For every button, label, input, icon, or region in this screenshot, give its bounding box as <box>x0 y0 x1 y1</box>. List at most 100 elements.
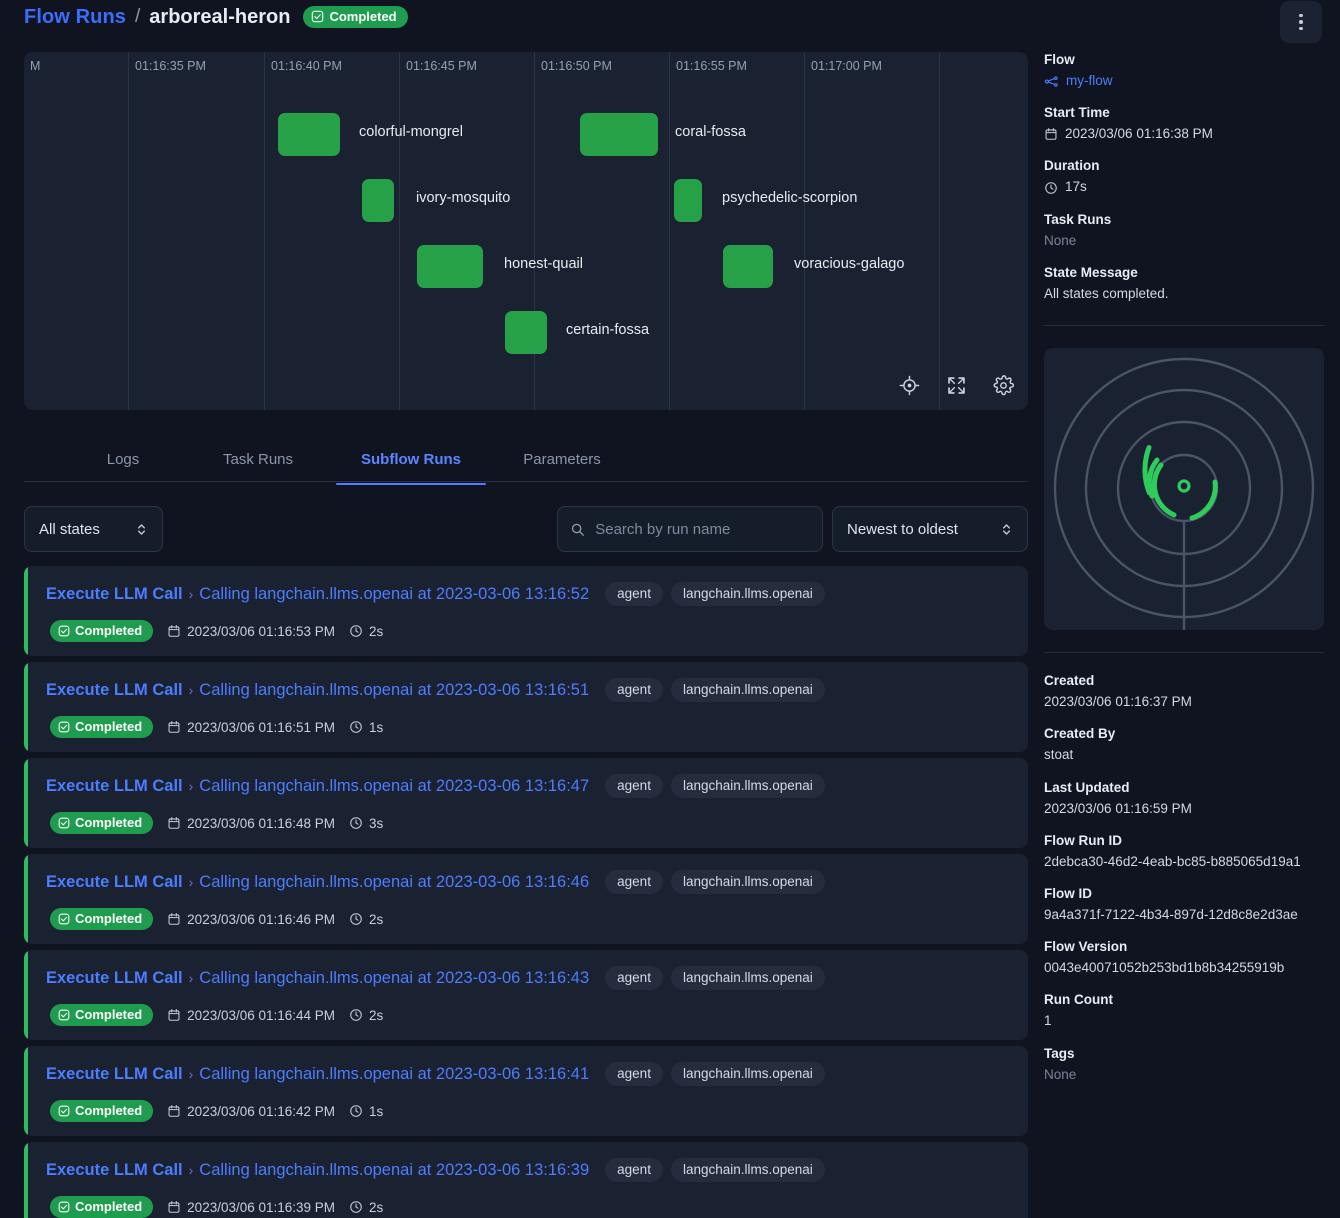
run-card-meta: Completed 2023/03/06 01:16:48 PM 3s <box>46 812 1010 834</box>
flow-run-radar[interactable] <box>1044 348 1324 630</box>
timeline-run-bar[interactable] <box>417 245 483 288</box>
clock-icon <box>349 816 363 830</box>
run-name-link[interactable]: Calling langchain.llms.openai at 2023-03… <box>199 1065 589 1084</box>
run-timeline-panel[interactable]: M01:16:35 PM01:16:40 PM01:16:45 PM01:16:… <box>24 52 1028 410</box>
timeline-run-bar[interactable] <box>278 113 340 156</box>
center-target-icon[interactable] <box>899 375 920 396</box>
run-timestamp: 2023/03/06 01:16:53 PM <box>167 624 335 639</box>
sidebar-field-value: None <box>1044 1066 1324 1084</box>
run-name-link[interactable]: Calling langchain.llms.openai at 2023-03… <box>199 1161 589 1180</box>
search-input[interactable] <box>595 521 810 538</box>
timeline-tick-label: 01:16:55 PM <box>670 59 747 73</box>
run-tag[interactable]: agent <box>605 774 663 798</box>
timeline-run-bar[interactable] <box>723 245 773 288</box>
clock-icon <box>1044 181 1058 195</box>
timeline-run-bar[interactable] <box>505 311 547 354</box>
run-status-label: Completed <box>75 911 142 926</box>
run-tag[interactable]: langchain.llms.openai <box>671 966 825 990</box>
run-tag[interactable]: agent <box>605 966 663 990</box>
run-tag[interactable]: langchain.llms.openai <box>671 870 825 894</box>
run-tags: agent langchain.llms.openai <box>605 582 825 606</box>
sidebar-field: Flow ID 9a4a371f-7122-4b34-897d-12d8c8e2… <box>1044 886 1324 924</box>
run-name-link[interactable]: Calling langchain.llms.openai at 2023-03… <box>199 681 589 700</box>
calendar-icon <box>167 912 181 926</box>
sidebar-divider <box>1044 325 1324 326</box>
sidebar-field: Flow my-flow <box>1044 52 1324 90</box>
run-flow-name-link[interactable]: Execute LLM Call <box>46 777 183 796</box>
run-tag[interactable]: langchain.llms.openai <box>671 678 825 702</box>
run-flow-name-link[interactable]: Execute LLM Call <box>46 585 183 604</box>
sidebar-field-value[interactable]: my-flow <box>1044 72 1324 90</box>
check-square-icon <box>58 1105 70 1117</box>
subflow-run-card[interactable]: Execute LLM Call › Calling langchain.llm… <box>24 1142 1028 1218</box>
subflow-run-card[interactable]: Execute LLM Call › Calling langchain.llm… <box>24 1046 1028 1136</box>
run-tag[interactable]: langchain.llms.openai <box>671 1158 825 1182</box>
timeline-run-bar[interactable] <box>674 179 702 222</box>
chevron-right-icon: › <box>189 778 194 794</box>
tab-subflow-runs[interactable]: Subflow Runs <box>336 451 486 484</box>
run-flow-name-link[interactable]: Execute LLM Call <box>46 681 183 700</box>
run-details-sidebar: Flow my-flowStart Time 2023/03/06 01:16:… <box>1044 52 1324 1084</box>
subflow-run-card[interactable]: Execute LLM Call › Calling langchain.llm… <box>24 566 1028 656</box>
tab-task-runs[interactable]: Task Runs <box>184 451 332 484</box>
search-run-name-box[interactable] <box>557 506 823 552</box>
subflow-run-card[interactable]: Execute LLM Call › Calling langchain.llm… <box>24 758 1028 848</box>
run-card-header: Execute LLM Call › Calling langchain.llm… <box>46 582 1010 606</box>
chevron-right-icon: › <box>189 1066 194 1082</box>
run-name-link[interactable]: Calling langchain.llms.openai at 2023-03… <box>199 873 589 892</box>
run-tag[interactable]: langchain.llms.openai <box>671 774 825 798</box>
check-square-icon <box>58 1201 70 1213</box>
search-icon <box>570 521 585 538</box>
state-filter-select[interactable]: All states <box>24 506 163 552</box>
run-flow-name-link[interactable]: Execute LLM Call <box>46 873 183 892</box>
clock-icon <box>349 1104 363 1118</box>
run-tag[interactable]: agent <box>605 870 663 894</box>
run-timestamp: 2023/03/06 01:16:51 PM <box>167 720 335 735</box>
run-tag[interactable]: langchain.llms.openai <box>671 582 825 606</box>
timeline-tick-label: 01:16:50 PM <box>535 59 612 73</box>
run-status-label: Completed <box>75 719 142 734</box>
sidebar-field-value: 2023/03/06 01:16:59 PM <box>1044 800 1324 818</box>
run-duration: 1s <box>349 720 383 735</box>
run-status-label: Completed <box>75 623 142 638</box>
sidebar-field: Flow Version 0043e40071052b253bd1b8b3425… <box>1044 939 1324 977</box>
run-tag[interactable]: agent <box>605 582 663 606</box>
check-square-icon <box>311 10 324 23</box>
clock-icon <box>349 912 363 926</box>
run-tag[interactable]: langchain.llms.openai <box>671 1062 825 1086</box>
run-tag[interactable]: agent <box>605 1158 663 1182</box>
run-name-link[interactable]: Calling langchain.llms.openai at 2023-03… <box>199 585 589 604</box>
timeline-gridline <box>264 52 265 410</box>
timeline-run-bar[interactable] <box>580 113 658 156</box>
sidebar-field-label: Flow <box>1044 52 1324 67</box>
sort-order-select[interactable]: Newest to oldest <box>832 506 1028 552</box>
run-flow-name-link[interactable]: Execute LLM Call <box>46 969 183 988</box>
run-tag[interactable]: agent <box>605 1062 663 1086</box>
fullscreen-icon[interactable] <box>946 375 967 396</box>
run-name-link[interactable]: Calling langchain.llms.openai at 2023-03… <box>199 969 589 988</box>
subflow-run-card[interactable]: Execute LLM Call › Calling langchain.llm… <box>24 854 1028 944</box>
run-duration: 2s <box>349 624 383 639</box>
timeline-run-label: psychedelic-scorpion <box>722 190 857 206</box>
tab-parameters[interactable]: Parameters <box>488 451 636 484</box>
timeline-run-label: ivory-mosquito <box>416 190 510 206</box>
status-badge: Completed <box>303 6 407 28</box>
kebab-menu-icon[interactable] <box>1280 1 1322 43</box>
subflow-run-card[interactable]: Execute LLM Call › Calling langchain.llm… <box>24 950 1028 1040</box>
run-flow-name-link[interactable]: Execute LLM Call <box>46 1065 183 1084</box>
subflow-run-card[interactable]: Execute LLM Call › Calling langchain.llm… <box>24 662 1028 752</box>
run-tags: agent langchain.llms.openai <box>605 1062 825 1086</box>
settings-gear-icon[interactable] <box>993 375 1014 396</box>
run-name-link[interactable]: Calling langchain.llms.openai at 2023-03… <box>199 777 589 796</box>
timeline-run-bar[interactable] <box>362 179 394 222</box>
tab-logs[interactable]: Logs <box>62 451 184 484</box>
breadcrumb-flow-runs-link[interactable]: Flow Runs <box>24 6 126 29</box>
sidebar-divider <box>1044 652 1324 653</box>
chevron-right-icon: › <box>189 970 194 986</box>
run-flow-name-link[interactable]: Execute LLM Call <box>46 1161 183 1180</box>
run-tag[interactable]: agent <box>605 678 663 702</box>
sidebar-field-label: Tags <box>1044 1046 1324 1061</box>
run-card-header: Execute LLM Call › Calling langchain.llm… <box>46 966 1010 990</box>
run-card-meta: Completed 2023/03/06 01:16:42 PM 1s <box>46 1100 1010 1122</box>
chevron-up-down-icon <box>135 522 148 537</box>
